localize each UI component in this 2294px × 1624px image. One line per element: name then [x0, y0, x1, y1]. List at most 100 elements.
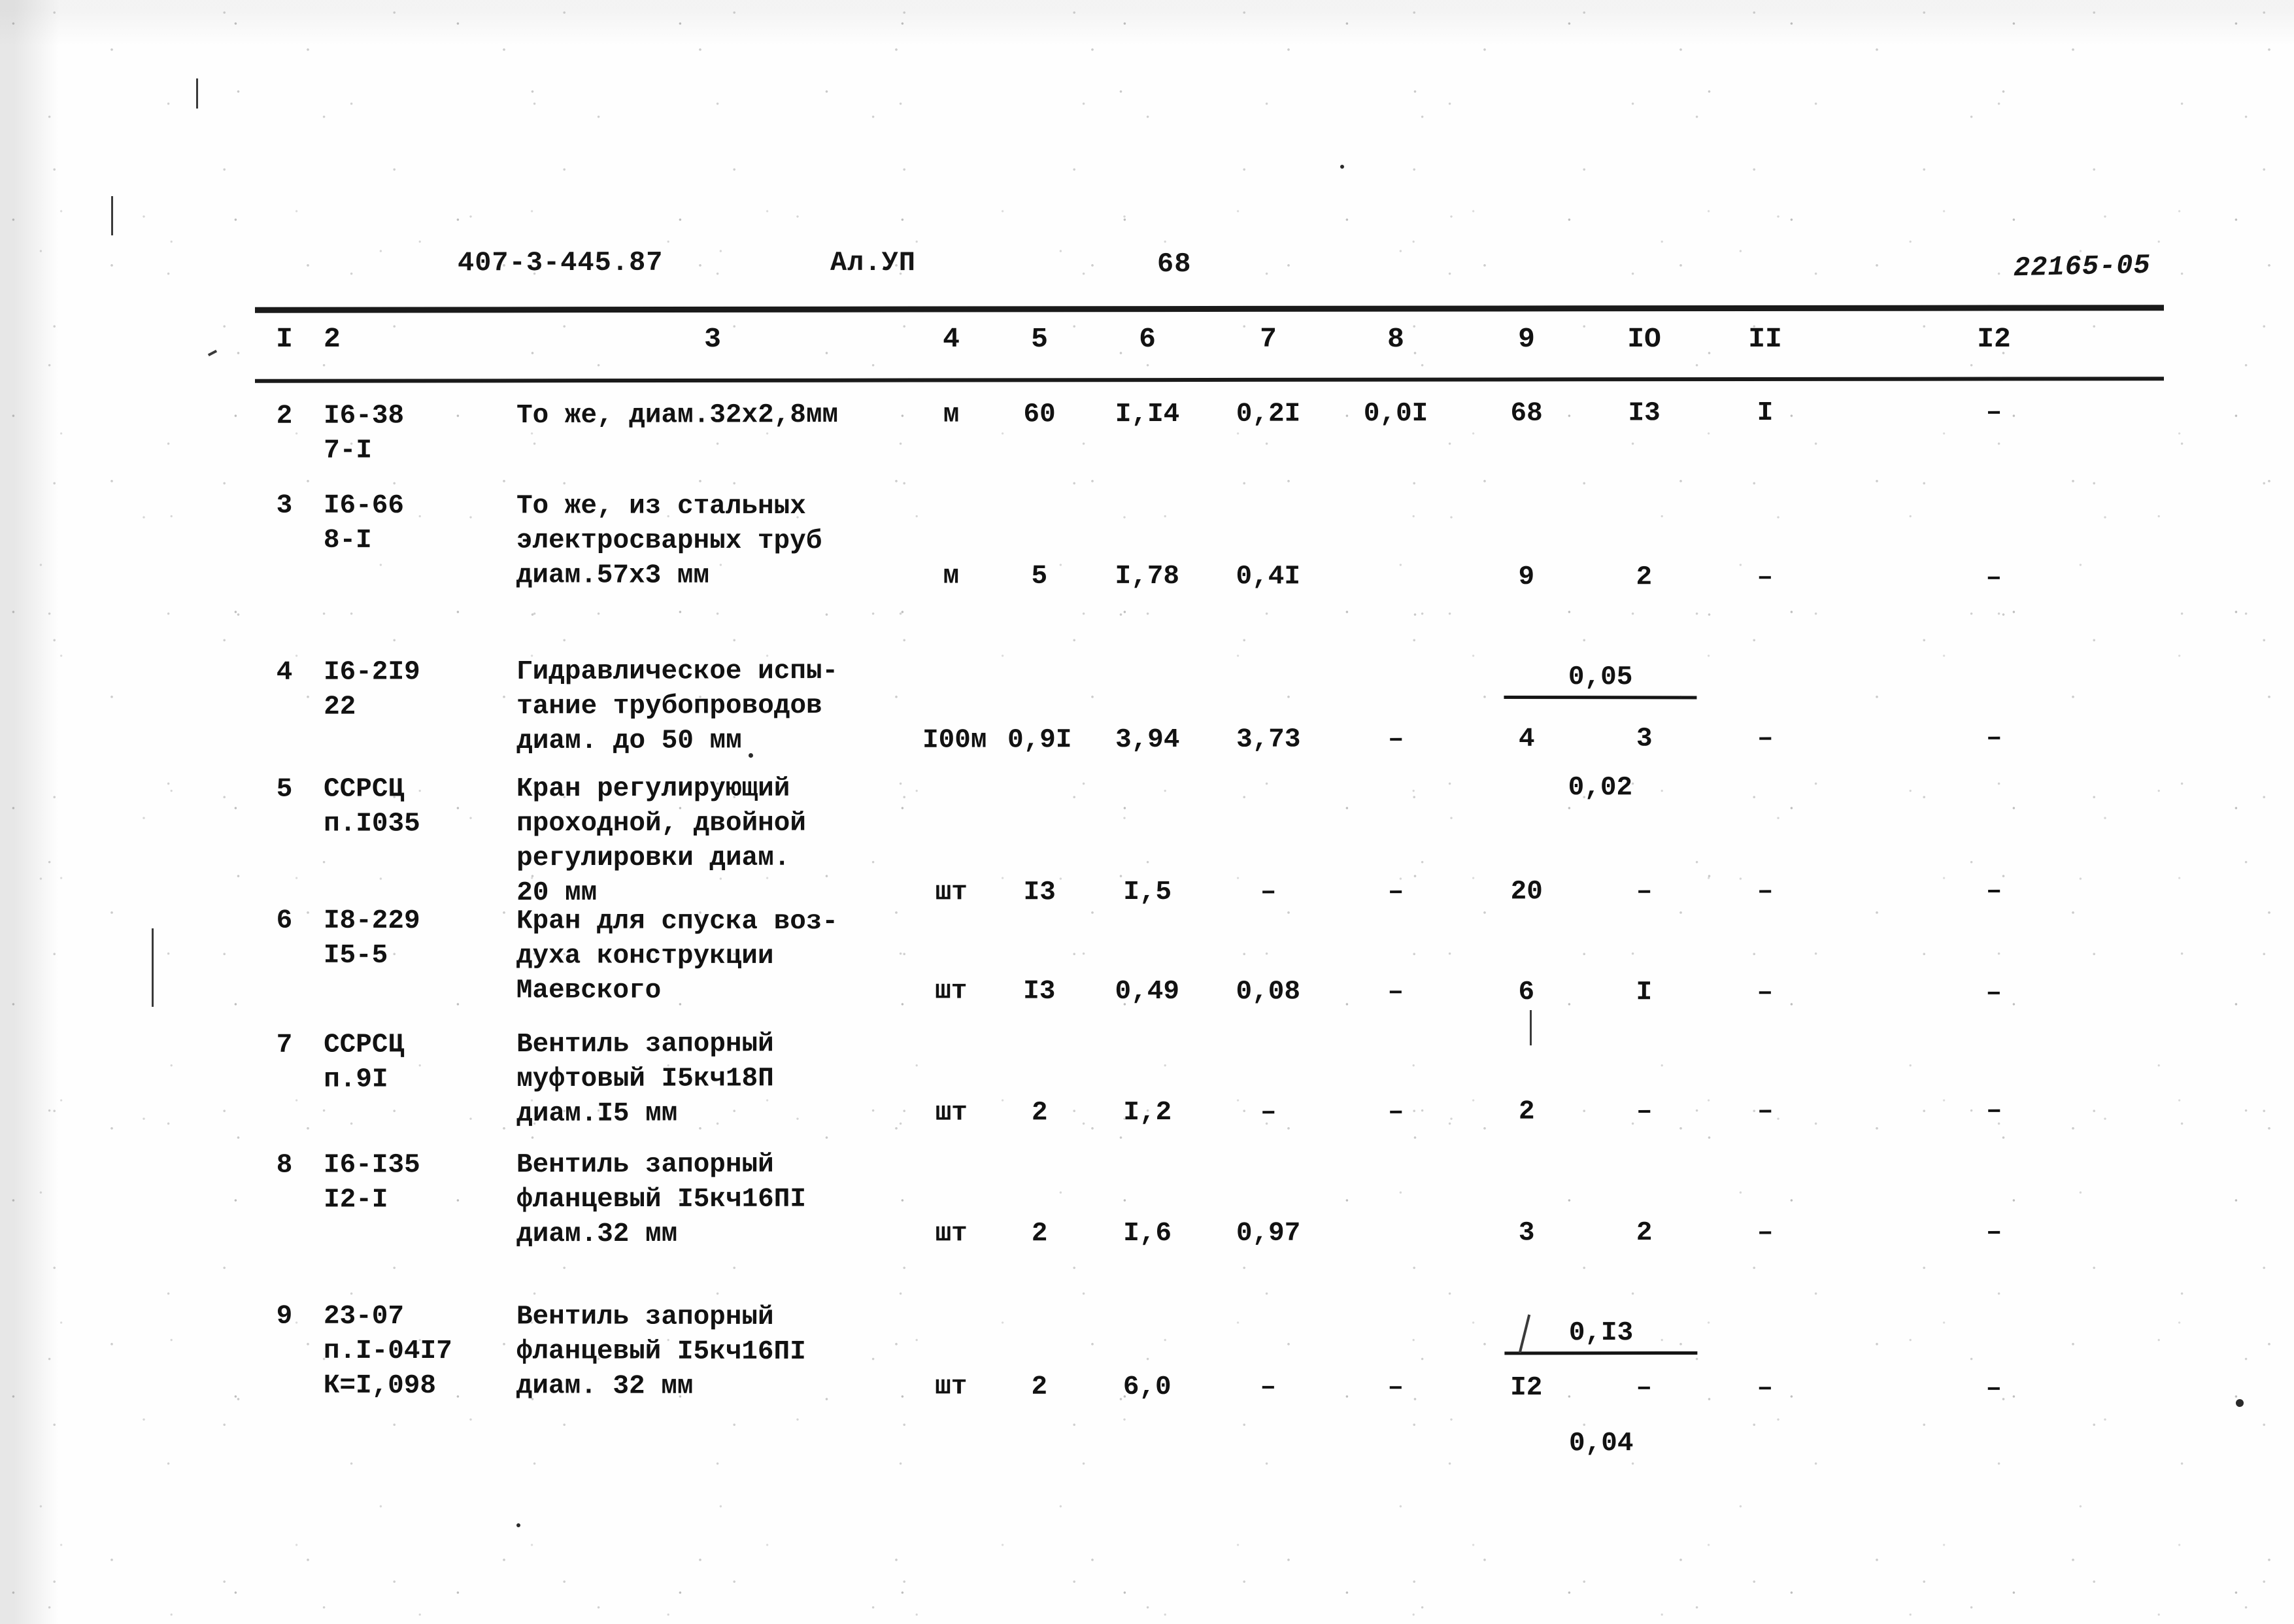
row-number: 8 — [276, 1150, 293, 1181]
table-row: 3 I6-66 8-I То же, из стальных электросв… — [0, 488, 2294, 804]
column-header-12: I2 — [1977, 323, 2011, 355]
fraction-numerator: 0,05 — [1504, 660, 1697, 700]
value-col-6: I,2 — [1123, 1097, 1172, 1128]
row-number: 2 — [276, 401, 293, 431]
value-col-7: 0,4I — [1236, 562, 1301, 592]
row-number: 7 — [276, 1030, 293, 1060]
work-description: То же, диам.32х2,8мм — [516, 399, 839, 431]
value-col-6: I,5 — [1123, 877, 1172, 908]
column-header-8: 8 — [1387, 323, 1404, 355]
column-header-1: I — [276, 323, 293, 355]
value-col-6: 6,0 — [1122, 1372, 1172, 1403]
norm-code: I6-I35 I2-I — [324, 1150, 420, 1215]
value-col-8: – — [1387, 1097, 1404, 1128]
value-col-12: – — [1985, 1217, 2002, 1248]
row-number: 9 — [276, 1301, 293, 1332]
table-row: 2 I6-38 7-I То же, диам.32х2,8мм м 60 I,… — [0, 395, 2294, 465]
unit-of-measure: шт — [935, 976, 968, 1007]
unit-of-measure: I00м — [922, 725, 987, 756]
table-header-rule — [254, 377, 2165, 383]
value-col-9: 68 — [1510, 398, 1543, 429]
row-number: 3 — [276, 490, 293, 521]
column-header-5: 5 — [1031, 323, 1048, 355]
unit-of-measure: шт — [935, 877, 968, 908]
value-col-9: 20 — [1510, 877, 1543, 907]
value-col-9: I2 — [1510, 1372, 1543, 1404]
unit-of-measure: шт — [935, 1219, 968, 1249]
value-col-11: – — [1757, 977, 1774, 1008]
value-col-11: – — [1757, 562, 1774, 593]
value-col-12: – — [1985, 876, 2002, 907]
value-col-7: – — [1260, 877, 1277, 907]
page-number: 68 — [1156, 248, 1192, 280]
value-col-11: – — [1757, 1373, 1774, 1404]
fraction-numerator: 0,I3 — [1504, 1315, 1698, 1355]
row-number: 4 — [276, 657, 293, 688]
value-col-10: I3 — [1628, 398, 1661, 429]
value-col-6: 3,94 — [1115, 724, 1180, 756]
value-col-8: 0,0I — [1363, 399, 1428, 430]
norm-code: I6-38 7-I — [324, 401, 405, 466]
value-col-10: 2 — [1636, 562, 1653, 593]
value-col-7: 0,97 — [1236, 1218, 1301, 1249]
work-description: Вентиль запорный фланцевый I5кч16ПI диам… — [516, 1302, 806, 1402]
work-description: Кран для спуска воз- духа конструкции Ма… — [516, 906, 839, 1006]
scan-artifact — [207, 349, 218, 357]
scan-artifact — [196, 78, 198, 109]
value-col-9: 9 — [1518, 562, 1535, 593]
norm-code: I6-66 8-I — [323, 490, 405, 556]
column-header-4: 4 — [943, 323, 960, 355]
value-col-9: 4 — [1518, 724, 1535, 754]
norm-code: 23-07 п.I-04I7 К=I,098 — [323, 1301, 452, 1402]
column-header-7: 7 — [1260, 323, 1277, 355]
value-col-10: – — [1636, 1096, 1653, 1127]
value-col-12: – — [1985, 398, 2002, 428]
table-row: 5 ССРСЦ п.I035 Кран регулирующий проходн… — [0, 770, 2294, 909]
value-col-12: – — [1985, 1096, 2002, 1126]
value-col-9: 2 — [1518, 1096, 1535, 1127]
fraction-denominator: 0,02 — [1568, 773, 1633, 804]
work-description: То же, из стальных электросварных труб д… — [516, 491, 822, 591]
column-header-2: 2 — [324, 323, 341, 355]
value-col-8: – — [1387, 877, 1404, 907]
scan-artifact — [1340, 165, 1344, 169]
value-col-11: – — [1757, 1096, 1774, 1127]
value-col-6: I,78 — [1115, 561, 1180, 592]
quantity: 2 — [1031, 1219, 1048, 1249]
value-col-12: – — [1985, 978, 2002, 1009]
value-col-9: 3 — [1518, 1218, 1535, 1249]
column-header-11: II — [1748, 323, 1782, 355]
unit-of-measure: шт — [935, 1372, 968, 1402]
quantity: 2 — [1031, 1098, 1048, 1128]
value-col-10: – — [1636, 1373, 1653, 1404]
project-code: 407-3-445.87 — [457, 246, 664, 279]
scan-artifact — [152, 928, 154, 1007]
norm-code: ССРСЦ п.I035 — [324, 774, 420, 839]
fraction-denominator: 0,04 — [1568, 1429, 1634, 1459]
value-col-11: – — [1757, 723, 1774, 754]
row-number: 5 — [276, 774, 293, 805]
work-description: Кран регулирующий проходной, двойной рег… — [516, 773, 806, 909]
album-label: Ал.УП — [830, 246, 917, 279]
value-col-6: 0,49 — [1115, 976, 1180, 1007]
unit-of-measure: шт — [935, 1098, 968, 1128]
table-row: 8 I6-I35 I2-I Вентиль запорный фланцевый… — [0, 1146, 2294, 1459]
column-header-9: 9 — [1518, 323, 1535, 355]
unit-of-measure: м — [943, 561, 960, 592]
value-col-7: 3,73 — [1236, 724, 1301, 755]
scan-artifact — [111, 196, 113, 235]
quantity: I3 — [1023, 877, 1056, 908]
quantity: 60 — [1023, 399, 1056, 430]
norm-code: ССРСЦ п.9I — [324, 1030, 405, 1095]
value-col-7: – — [1260, 1372, 1277, 1403]
document-page: 407-3-445.87 Ал.УП 68 22165-05 I 2 3 4 5… — [0, 0, 2294, 1624]
value-col-10: I — [1636, 977, 1653, 1008]
value-col-7: 0,2I — [1236, 399, 1301, 430]
table-top-rule — [254, 305, 2165, 313]
scan-artifact — [516, 1523, 520, 1527]
table-row: 7 ССРСЦ п.9I Вентиль запорный муфтовый I… — [0, 1024, 2294, 1129]
scanned-sheet: 407-3-445.87 Ал.УП 68 22165-05 I 2 3 4 5… — [0, 0, 2294, 1624]
value-col-12: – — [1985, 723, 2002, 754]
scan-artifact — [749, 753, 753, 758]
work-description: Вентиль запорный муфтовый I5кч18П диам.I… — [516, 1029, 774, 1130]
